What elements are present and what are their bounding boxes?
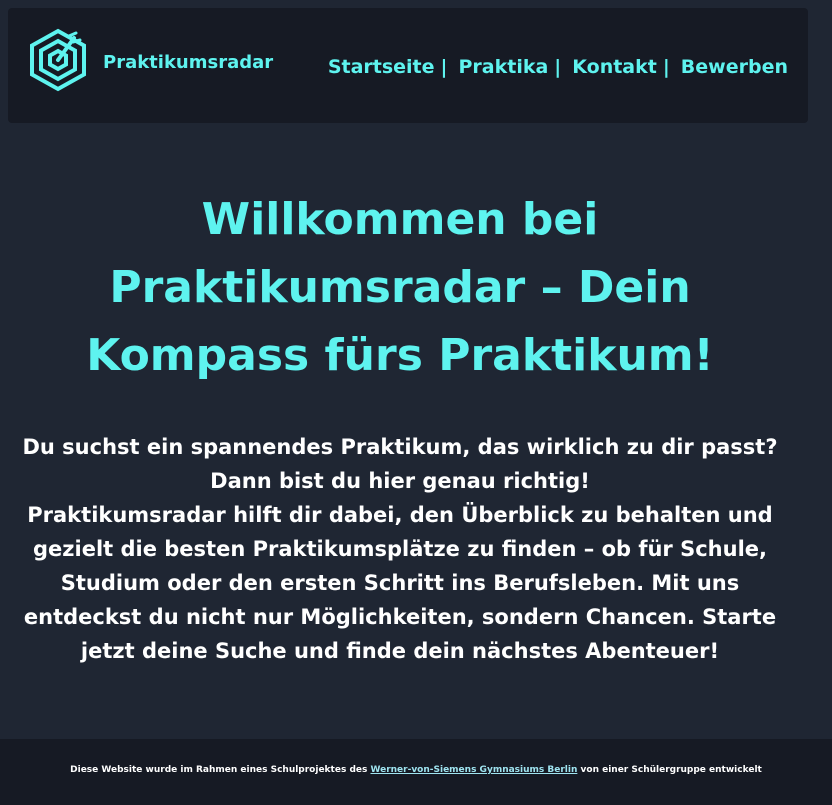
nav-separator: | xyxy=(554,56,562,78)
page: Praktikumsradar Startseite | Praktika | … xyxy=(0,0,832,805)
nav-separator: | xyxy=(662,56,670,78)
footer: Diese Website wurde im Rahmen eines Schu… xyxy=(0,739,832,805)
footer-prefix: Diese Website wurde im Rahmen eines Schu… xyxy=(70,765,368,775)
brand-link[interactable]: Praktikumsradar xyxy=(103,52,273,73)
footer-suffix: von einer Schülergruppe entwickelt xyxy=(580,765,762,775)
intro-text: Du suchst ein spannendes Praktikum, das … xyxy=(10,430,790,668)
intro-line-description: Praktikumsradar hilft dir dabei, den Übe… xyxy=(23,503,777,663)
nav-item-startseite[interactable]: Startseite xyxy=(328,56,435,78)
nav-separator: | xyxy=(440,56,448,78)
hero-title: Willkommen bei Praktikumsradar – Dein Ko… xyxy=(86,194,714,381)
footer-text: Diese Website wurde im Rahmen eines Schu… xyxy=(0,765,832,775)
target-hexagon-icon[interactable] xyxy=(28,28,88,92)
intro-line-right-place: Dann bist du hier genau richtig! xyxy=(210,469,590,493)
nav-item-bewerben[interactable]: Bewerben xyxy=(681,56,788,78)
main-nav: Startseite | Praktika | Kontakt | Bewerb… xyxy=(328,56,788,78)
nav-item-praktika[interactable]: Praktika xyxy=(458,56,548,78)
nav-item-kontakt[interactable]: Kontakt xyxy=(572,56,657,78)
school-link[interactable]: Werner-von-Siemens Gymnasiums Berlin xyxy=(370,765,577,775)
navbar: Praktikumsradar Startseite | Praktika | … xyxy=(8,8,808,123)
intro-line-question: Du suchst ein spannendes Praktikum, das … xyxy=(22,435,778,459)
